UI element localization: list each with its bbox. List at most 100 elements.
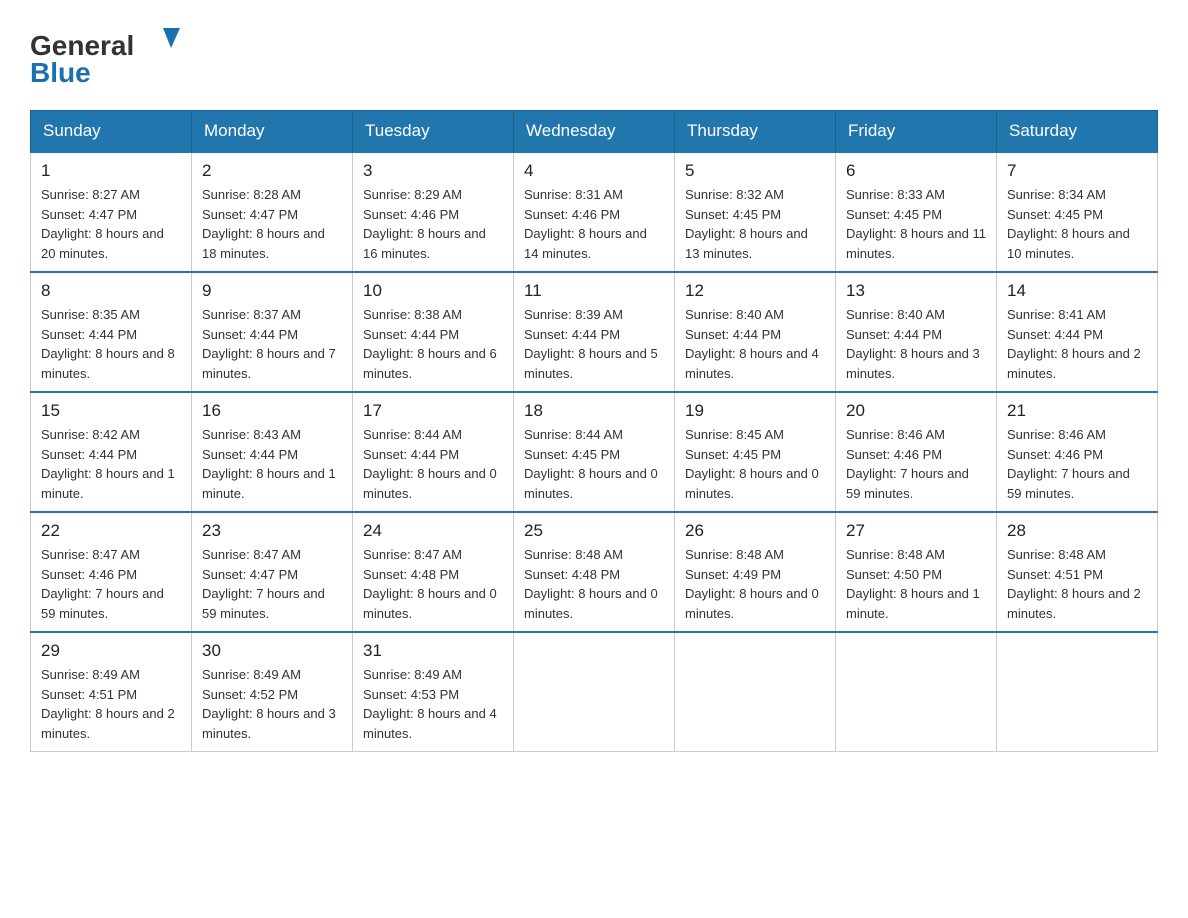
day-info: Sunrise: 8:29 AMSunset: 4:46 PMDaylight:…: [363, 185, 503, 263]
calendar-cell: 13Sunrise: 8:40 AMSunset: 4:44 PMDayligh…: [836, 272, 997, 392]
day-number: 30: [202, 641, 342, 661]
calendar-cell: 28 Sunrise: 8:48 AMSunset: 4:51 PMDayligh…: [997, 512, 1158, 632]
calendar-cell: 24Sunrise: 8:47 AMSunset: 4:48 PMDayligh…: [353, 512, 514, 632]
day-info: Sunrise: 8:39 AMSunset: 4:44 PMDaylight:…: [524, 305, 664, 383]
calendar-cell: [997, 632, 1158, 752]
day-number: 31: [363, 641, 503, 661]
day-number: 23: [202, 521, 342, 541]
calendar-cell: 2 Sunrise: 8:28 AMSunset: 4:47 PMDaylight…: [192, 152, 353, 272]
calendar-cell: 11 Sunrise: 8:39 AMSunset: 4:44 PMDayligh…: [514, 272, 675, 392]
day-number: 8: [41, 281, 181, 301]
calendar-cell: 22 Sunrise: 8:47 AMSunset: 4:46 PMDayligh…: [31, 512, 192, 632]
day-number: 20: [846, 401, 986, 421]
calendar-cell: 15 Sunrise: 8:42 AMSunset: 4:44 PMDayligh…: [31, 392, 192, 512]
day-header-saturday: Saturday: [997, 111, 1158, 153]
day-number: 7: [1007, 161, 1147, 181]
svg-text:Blue: Blue: [30, 57, 91, 88]
day-info: Sunrise: 8:46 AMSunset: 4:46 PMDaylight:…: [846, 425, 986, 503]
calendar-cell: 18Sunrise: 8:44 AMSunset: 4:45 PMDayligh…: [514, 392, 675, 512]
calendar-cell: 31 Sunrise: 8:49 AMSunset: 4:53 PMDayligh…: [353, 632, 514, 752]
calendar-cell: 17Sunrise: 8:44 AMSunset: 4:44 PMDayligh…: [353, 392, 514, 512]
day-info: Sunrise: 8:48 AMSunset: 4:51 PMDaylight:…: [1007, 545, 1147, 623]
day-info: Sunrise: 8:44 AMSunset: 4:44 PMDaylight:…: [363, 425, 503, 503]
day-number: 2: [202, 161, 342, 181]
calendar-cell: 6 Sunrise: 8:33 AMSunset: 4:45 PMDaylight…: [836, 152, 997, 272]
day-info: Sunrise: 8:35 AMSunset: 4:44 PMDaylight:…: [41, 305, 181, 383]
day-info: Sunrise: 8:49 AMSunset: 4:53 PMDaylight:…: [363, 665, 503, 743]
day-number: 18: [524, 401, 664, 421]
day-number: 6: [846, 161, 986, 181]
day-info: Sunrise: 8:48 AMSunset: 4:49 PMDaylight:…: [685, 545, 825, 623]
day-info: Sunrise: 8:43 AMSunset: 4:44 PMDaylight:…: [202, 425, 342, 503]
day-number: 26: [685, 521, 825, 541]
day-number: 21: [1007, 401, 1147, 421]
day-info: Sunrise: 8:49 AMSunset: 4:51 PMDaylight:…: [41, 665, 181, 743]
calendar-cell: 10 Sunrise: 8:38 AMSunset: 4:44 PMDayligh…: [353, 272, 514, 392]
day-info: Sunrise: 8:47 AMSunset: 4:46 PMDaylight:…: [41, 545, 181, 623]
day-info: Sunrise: 8:38 AMSunset: 4:44 PMDaylight:…: [363, 305, 503, 383]
day-number: 22: [41, 521, 181, 541]
calendar-cell: 16 Sunrise: 8:43 AMSunset: 4:44 PMDayligh…: [192, 392, 353, 512]
day-info: Sunrise: 8:28 AMSunset: 4:47 PMDaylight:…: [202, 185, 342, 263]
calendar-cell: 14Sunrise: 8:41 AMSunset: 4:44 PMDayligh…: [997, 272, 1158, 392]
calendar-cell: 9 Sunrise: 8:37 AMSunset: 4:44 PMDaylight…: [192, 272, 353, 392]
calendar-cell: 5 Sunrise: 8:32 AMSunset: 4:45 PMDaylight…: [675, 152, 836, 272]
day-number: 15: [41, 401, 181, 421]
day-info: Sunrise: 8:40 AMSunset: 4:44 PMDaylight:…: [685, 305, 825, 383]
day-info: Sunrise: 8:48 AMSunset: 4:48 PMDaylight:…: [524, 545, 664, 623]
calendar-cell: 29 Sunrise: 8:49 AMSunset: 4:51 PMDayligh…: [31, 632, 192, 752]
day-number: 25: [524, 521, 664, 541]
day-info: Sunrise: 8:46 AMSunset: 4:46 PMDaylight:…: [1007, 425, 1147, 503]
day-info: Sunrise: 8:32 AMSunset: 4:45 PMDaylight:…: [685, 185, 825, 263]
day-number: 3: [363, 161, 503, 181]
calendar-cell: [514, 632, 675, 752]
day-number: 14: [1007, 281, 1147, 301]
calendar-cell: 26 Sunrise: 8:48 AMSunset: 4:49 PMDayligh…: [675, 512, 836, 632]
day-number: 10: [363, 281, 503, 301]
day-info: Sunrise: 8:45 AMSunset: 4:45 PMDaylight:…: [685, 425, 825, 503]
day-info: Sunrise: 8:49 AMSunset: 4:52 PMDaylight:…: [202, 665, 342, 743]
calendar-cell: 7Sunrise: 8:34 AMSunset: 4:45 PMDaylight…: [997, 152, 1158, 272]
day-info: Sunrise: 8:31 AMSunset: 4:46 PMDaylight:…: [524, 185, 664, 263]
day-number: 29: [41, 641, 181, 661]
day-info: Sunrise: 8:42 AMSunset: 4:44 PMDaylight:…: [41, 425, 181, 503]
calendar-cell: 4 Sunrise: 8:31 AMSunset: 4:46 PMDaylight…: [514, 152, 675, 272]
calendar-cell: 12 Sunrise: 8:40 AMSunset: 4:44 PMDayligh…: [675, 272, 836, 392]
day-number: 12: [685, 281, 825, 301]
day-info: Sunrise: 8:27 AMSunset: 4:47 PMDaylight:…: [41, 185, 181, 263]
day-number: 28: [1007, 521, 1147, 541]
day-number: 27: [846, 521, 986, 541]
day-number: 4: [524, 161, 664, 181]
day-info: Sunrise: 8:33 AMSunset: 4:45 PMDaylight:…: [846, 185, 986, 263]
week-row-5: 29 Sunrise: 8:49 AMSunset: 4:51 PMDayligh…: [31, 632, 1158, 752]
days-header-row: SundayMondayTuesdayWednesdayThursdayFrid…: [31, 111, 1158, 153]
day-info: Sunrise: 8:47 AMSunset: 4:47 PMDaylight:…: [202, 545, 342, 623]
day-header-thursday: Thursday: [675, 111, 836, 153]
day-info: Sunrise: 8:40 AMSunset: 4:44 PMDaylight:…: [846, 305, 986, 383]
week-row-4: 22 Sunrise: 8:47 AMSunset: 4:46 PMDayligh…: [31, 512, 1158, 632]
calendar-cell: 1 Sunrise: 8:27 AMSunset: 4:47 PMDaylight…: [31, 152, 192, 272]
week-row-1: 1 Sunrise: 8:27 AMSunset: 4:47 PMDaylight…: [31, 152, 1158, 272]
day-header-monday: Monday: [192, 111, 353, 153]
logo-svg: General Blue: [30, 20, 190, 90]
day-header-friday: Friday: [836, 111, 997, 153]
day-number: 16: [202, 401, 342, 421]
day-info: Sunrise: 8:37 AMSunset: 4:44 PMDaylight:…: [202, 305, 342, 383]
day-number: 5: [685, 161, 825, 181]
calendar-cell: 20 Sunrise: 8:46 AMSunset: 4:46 PMDayligh…: [836, 392, 997, 512]
day-header-tuesday: Tuesday: [353, 111, 514, 153]
day-number: 19: [685, 401, 825, 421]
day-number: 9: [202, 281, 342, 301]
week-row-3: 15 Sunrise: 8:42 AMSunset: 4:44 PMDayligh…: [31, 392, 1158, 512]
day-number: 1: [41, 161, 181, 181]
day-number: 11: [524, 281, 664, 301]
day-info: Sunrise: 8:48 AMSunset: 4:50 PMDaylight:…: [846, 545, 986, 623]
week-row-2: 8 Sunrise: 8:35 AMSunset: 4:44 PMDaylight…: [31, 272, 1158, 392]
calendar-cell: [675, 632, 836, 752]
calendar-cell: 30 Sunrise: 8:49 AMSunset: 4:52 PMDayligh…: [192, 632, 353, 752]
day-header-sunday: Sunday: [31, 111, 192, 153]
calendar-cell: 21 Sunrise: 8:46 AMSunset: 4:46 PMDayligh…: [997, 392, 1158, 512]
page-header: General Blue: [30, 20, 1158, 90]
calendar-cell: 27 Sunrise: 8:48 AMSunset: 4:50 PMDayligh…: [836, 512, 997, 632]
calendar-cell: [836, 632, 997, 752]
